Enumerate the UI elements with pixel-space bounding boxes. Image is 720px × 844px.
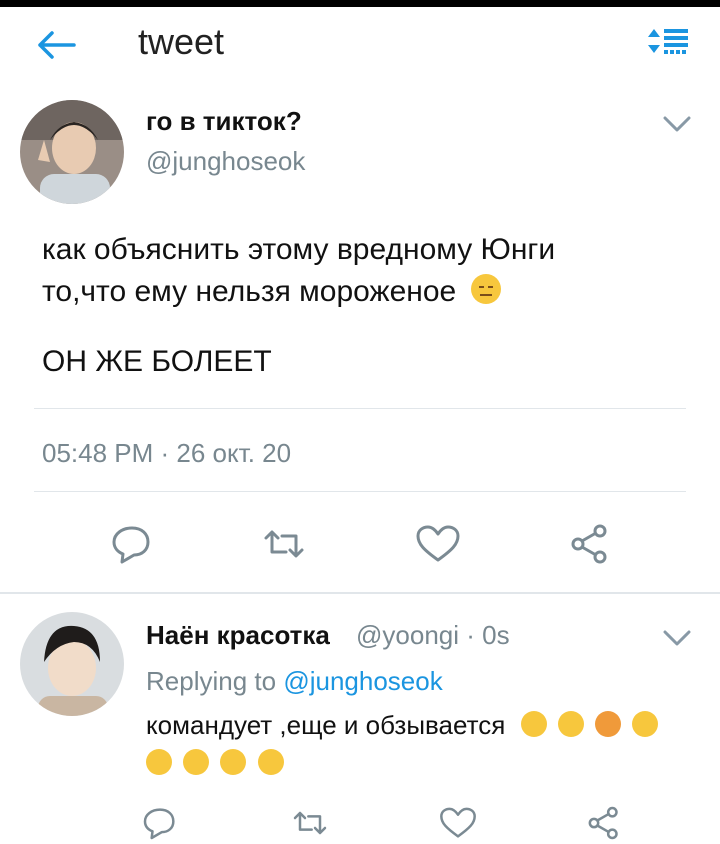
reply-text-content: командует ,еще и обзывается bbox=[146, 710, 506, 740]
chevron-down-icon[interactable] bbox=[662, 628, 692, 648]
avatar[interactable] bbox=[20, 612, 124, 716]
reply-icon[interactable] bbox=[140, 806, 180, 840]
replying-to: Replying to @junghoseok bbox=[146, 666, 443, 697]
confused-face-icon bbox=[632, 711, 659, 737]
reply-author-name[interactable]: Наён красотка bbox=[146, 620, 330, 651]
divider bbox=[34, 491, 686, 492]
expressionless-face-icon bbox=[470, 274, 501, 304]
retweet-icon[interactable] bbox=[290, 806, 330, 840]
reply-text: командует ,еще и обзывается bbox=[146, 710, 662, 741]
angry-face-icon bbox=[595, 711, 622, 737]
reply-handle-time: @yoongi · 0s bbox=[356, 620, 510, 650]
tweet-text-line-2: то,что ему нельзя мороженое bbox=[42, 270, 501, 314]
tweet-timestamp: 05:48 PM · 26 окт. 20 bbox=[42, 438, 292, 468]
tweet-text-line-1: как объяснить этому вредному Юнги bbox=[42, 233, 556, 266]
divider bbox=[0, 592, 720, 594]
arrow-left-icon[interactable] bbox=[34, 27, 78, 63]
chevron-down-icon[interactable] bbox=[662, 114, 692, 134]
like-icon[interactable] bbox=[438, 806, 478, 840]
retweet-icon[interactable] bbox=[260, 524, 308, 564]
persevering-face-icon bbox=[220, 749, 247, 775]
reply-icon[interactable] bbox=[108, 524, 156, 564]
frowning-face-icon bbox=[257, 749, 284, 775]
replying-to-prefix: Replying to bbox=[146, 666, 277, 696]
divider bbox=[34, 408, 686, 409]
tweet-text-line-2-content: то,что ему нельзя мороженое bbox=[42, 275, 457, 308]
share-icon[interactable] bbox=[584, 806, 624, 840]
tweet-author-name[interactable]: го в тикток? bbox=[146, 106, 302, 137]
frowning-face-icon bbox=[183, 749, 210, 775]
tweet-author-handle[interactable]: @junghoseok bbox=[146, 146, 305, 177]
share-icon[interactable] bbox=[566, 524, 614, 564]
status-bar bbox=[0, 0, 720, 7]
app-header: tweet bbox=[0, 7, 720, 81]
pensive-face-icon bbox=[520, 711, 547, 737]
page-title: tweet bbox=[138, 21, 225, 62]
sort-list-icon[interactable] bbox=[644, 25, 694, 65]
like-icon[interactable] bbox=[414, 524, 462, 564]
tweet-text-line-3: ОН ЖЕ БОЛЕЕТ bbox=[42, 345, 272, 378]
persevering-face-icon bbox=[146, 749, 172, 775]
avatar[interactable] bbox=[20, 100, 124, 204]
disappointed-face-icon bbox=[557, 711, 584, 737]
reply-emoji-line bbox=[146, 748, 288, 779]
replying-to-handle[interactable]: @junghoseok bbox=[283, 666, 442, 696]
